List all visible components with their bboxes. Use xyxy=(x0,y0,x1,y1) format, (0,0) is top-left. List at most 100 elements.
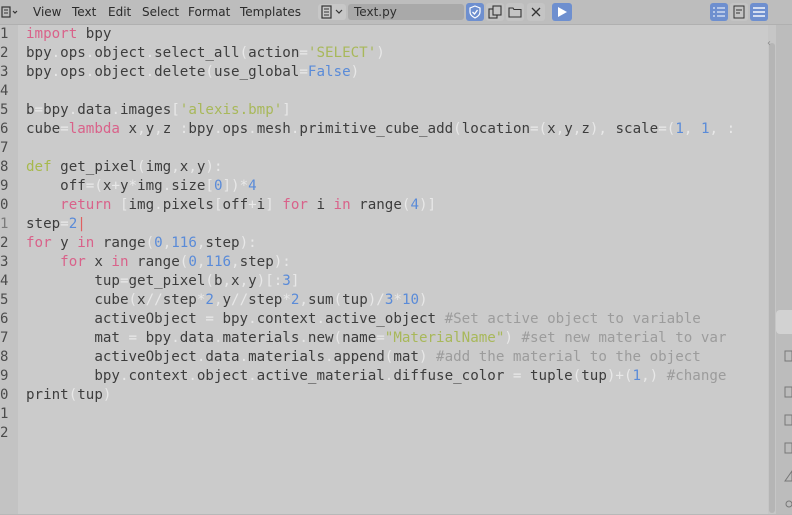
code-token: bpy xyxy=(26,64,52,80)
scrollbar-thumb[interactable] xyxy=(769,43,775,513)
code-token: , xyxy=(222,273,232,289)
panel-icon[interactable] xyxy=(782,384,792,398)
fake-user-button[interactable] xyxy=(466,3,484,21)
menu-text[interactable]: Text xyxy=(72,4,96,20)
code-line[interactable]: bpy.ops.object.delete(use_global=False) xyxy=(26,63,359,82)
code-line[interactable]: cube=lambda x,y,z :bpy.ops.mesh.primitiv… xyxy=(26,120,735,139)
code-token: . xyxy=(248,121,257,137)
code-token: = xyxy=(376,330,385,346)
code-line[interactable]: off=(x+y*img.size[0])*4 xyxy=(26,177,257,196)
line-number: 7 xyxy=(0,330,9,346)
code-token: // xyxy=(231,292,249,308)
code-token: = xyxy=(34,102,44,118)
toggle-word-wrap-button[interactable] xyxy=(730,3,748,21)
menu-templates[interactable]: Templates xyxy=(240,4,301,20)
code-line[interactable]: b=bpy.data.images['alexis.bmp'] xyxy=(26,101,291,120)
code-token: = xyxy=(299,45,308,61)
code-editor[interactable]: import bpy bpy.ops.object.select_all(acti… xyxy=(18,25,768,514)
view-icon[interactable] xyxy=(782,468,792,482)
run-script-button[interactable] xyxy=(552,3,572,21)
vertical-scrollbar[interactable] xyxy=(768,25,776,514)
browse-text-button[interactable] xyxy=(318,4,346,20)
code-token: in xyxy=(111,254,129,270)
duplicate-text-button[interactable] xyxy=(486,3,504,21)
settings-icon[interactable] xyxy=(782,496,792,510)
sidebar-tab[interactable] xyxy=(776,310,792,334)
menu-format[interactable]: Format xyxy=(188,4,230,20)
code-token: for xyxy=(282,197,308,213)
code-token: location xyxy=(461,121,531,137)
code-token: . xyxy=(111,102,120,118)
code-token: = xyxy=(299,64,308,80)
code-line[interactable]: print(tup) xyxy=(26,386,111,405)
code-token: get_pixel xyxy=(51,159,138,175)
code-token: #Set active object to variable xyxy=(444,311,701,327)
unlink-text-button[interactable] xyxy=(527,3,545,21)
properties-icon[interactable] xyxy=(782,412,792,426)
open-text-button[interactable] xyxy=(506,3,524,21)
code-token: mat xyxy=(26,330,129,346)
line-number: 0 xyxy=(0,387,9,403)
code-token: context xyxy=(256,311,317,327)
code-line[interactable]: activeObject = bpy.context.active_object… xyxy=(26,310,701,329)
code-line[interactable]: bpy.context.object.active_material.diffu… xyxy=(26,367,726,386)
code-line[interactable]: return [img.pixels[off+i] for i in range… xyxy=(26,196,436,215)
code-token: ( xyxy=(128,292,138,308)
menu-select[interactable]: Select xyxy=(142,4,179,20)
code-token: data xyxy=(77,102,112,118)
code-token: use_global xyxy=(213,64,300,80)
code-line[interactable]: for x in range(0,116,step): xyxy=(26,253,291,272)
code-token: . xyxy=(68,102,78,118)
code-token: cube xyxy=(26,121,61,137)
blender-text-editor: View Text Edit Select Format Templates T… xyxy=(0,0,792,514)
menu-view[interactable]: View xyxy=(33,4,61,20)
code-token: 1 xyxy=(675,121,684,137)
code-line[interactable]: cube(x//step*2,y//step*2,sum(tup)/3*10) xyxy=(26,291,428,310)
line-number: 1 xyxy=(0,26,9,42)
code-line[interactable]: import bpy xyxy=(26,25,111,44)
code-line[interactable]: step=2| xyxy=(26,215,86,234)
code-line[interactable]: def get_pixel(img,x,y): xyxy=(26,158,223,177)
code-token: . xyxy=(145,45,155,61)
code-token: images xyxy=(119,102,172,118)
code-token: . xyxy=(248,368,257,384)
menu-edit[interactable]: Edit xyxy=(108,4,131,20)
text-icon[interactable] xyxy=(782,348,792,362)
code-token: 3 xyxy=(282,273,291,289)
line-number: 4 xyxy=(0,83,9,99)
code-token: False xyxy=(307,64,351,80)
code-token: range xyxy=(350,197,402,213)
code-token: ops xyxy=(60,64,86,80)
code-token: ( xyxy=(453,121,462,137)
code-token: b xyxy=(26,102,35,118)
code-line[interactable]: activeObject.data.materials.append(mat) … xyxy=(26,348,701,367)
code-token: z xyxy=(162,121,180,137)
code-token: . xyxy=(324,349,334,365)
toggle-syntax-highlight-button[interactable] xyxy=(750,3,768,21)
code-token: materials xyxy=(248,349,325,365)
close-icon xyxy=(531,7,541,17)
code-token: ), xyxy=(589,121,607,137)
line-number: 4 xyxy=(0,273,9,289)
editor-type-selector[interactable] xyxy=(0,3,20,21)
text-editor-icon xyxy=(1,6,18,18)
code-token: . xyxy=(154,197,163,213)
tool-icon[interactable] xyxy=(782,440,792,454)
code-line[interactable]: bpy.ops.object.select_all(action='SELECT… xyxy=(26,44,385,63)
code-token: ) xyxy=(419,292,428,308)
code-token: . xyxy=(248,311,257,327)
code-token: action xyxy=(248,45,300,61)
code-line[interactable]: tup=get_pixel(b,x,y)[:3] xyxy=(26,272,299,291)
code-token: i xyxy=(307,197,334,213)
code-token: )[: xyxy=(256,273,283,289)
code-token: ) xyxy=(350,64,360,80)
line-number: 7 xyxy=(0,140,9,156)
text-name-field[interactable]: Text.py xyxy=(348,4,464,20)
code-token: . xyxy=(162,178,172,194)
code-token: ] xyxy=(290,273,300,289)
code-line[interactable]: for y in range(0,116,step): xyxy=(26,234,257,253)
code-line[interactable]: mat = bpy.data.materials.new(name="Mater… xyxy=(26,329,726,348)
code-token: y xyxy=(119,178,129,194)
toggle-line-numbers-button[interactable] xyxy=(710,3,728,21)
